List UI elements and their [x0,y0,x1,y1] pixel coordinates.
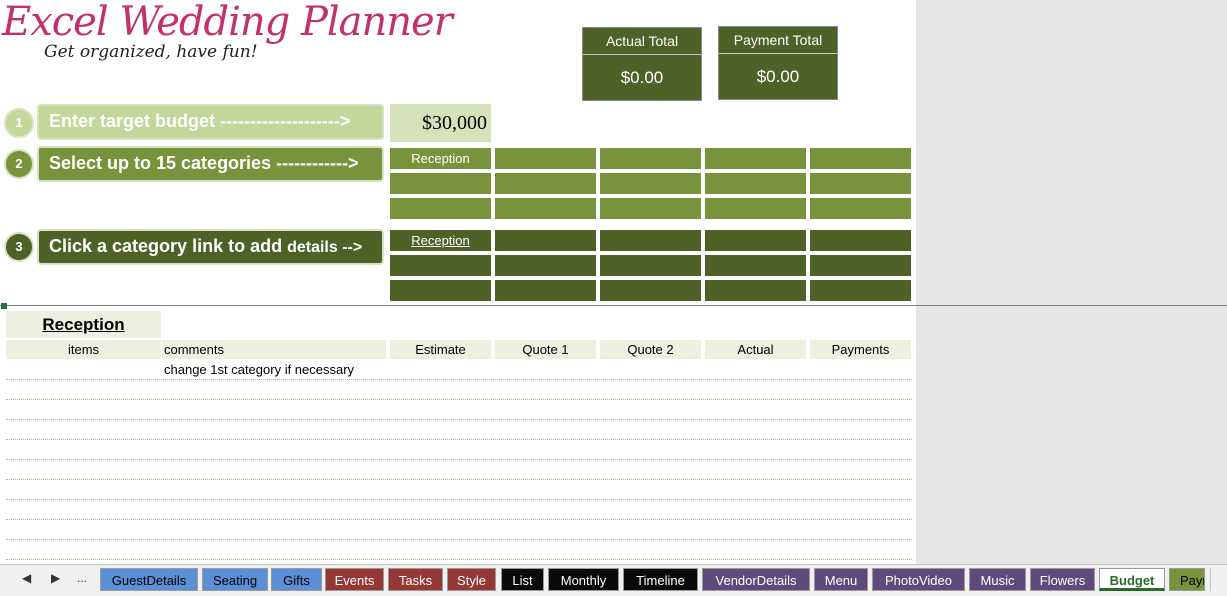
tab-budget[interactable]: Budget [1099,568,1165,591]
category-cell[interactable] [390,198,491,219]
category-link[interactable] [495,255,596,276]
sheet-out-of-area [916,0,1227,564]
category-cell[interactable] [810,173,911,194]
row-separator [6,539,912,540]
category-cell[interactable] [600,173,701,194]
row-separator [6,499,912,500]
category-link[interactable] [600,280,701,301]
row-separator [6,379,912,380]
row-separator [6,559,912,560]
step-2-badge: 2 [4,149,34,179]
step-3-badge: 3 [4,232,34,262]
step-3-label-small: details --> [287,239,363,256]
target-budget-input[interactable]: $30,000 [390,104,491,142]
category-cell[interactable] [705,173,806,194]
tab-payments-partial[interactable]: Payr [1169,568,1205,591]
payment-total-value: $0.00 [756,67,800,86]
column-header-items: items [6,340,161,359]
spreadsheet-window: Excel Wedding Planner Get organized, hav… [0,0,1227,596]
category-cell[interactable] [600,198,701,219]
row-separator [6,439,912,440]
payment-total-label: Payment Total [719,27,837,54]
step-3-label: Click a category link to add [49,236,288,256]
category-cell[interactable] [495,173,596,194]
row-separator [6,419,912,420]
category-link[interactable] [705,280,806,301]
tab-bar-scroll-area[interactable] [1210,568,1227,591]
step-2-label: Select up to 15 categories ------------> [49,153,359,173]
category-link-1[interactable]: Reception [390,230,491,251]
tab-scroll-left-icon[interactable]: ◀ [22,571,31,585]
tab-gifts[interactable]: Gifts [271,568,322,591]
tab-photovideo[interactable]: PhotoVideo [872,568,965,591]
category-cell[interactable] [495,148,596,169]
step-2-button[interactable]: Select up to 15 categories ------------> [37,146,384,182]
payment-total-box: Payment Total $0.00 [718,26,838,100]
tab-music[interactable]: Music [969,568,1026,591]
category-link-text[interactable]: Reception [411,233,470,248]
actual-total-label: Actual Total [583,28,701,55]
category-cell[interactable] [810,198,911,219]
category-link[interactable] [600,230,701,251]
column-header-quote2: Quote 2 [600,340,701,359]
logo-title: Excel Wedding Planner [2,0,453,45]
sheet-tab-bar: ◀ ▶ ... GuestDetails Seating Gifts Event… [0,564,1227,596]
row-separator [6,479,912,480]
tab-menu[interactable]: Menu [814,568,868,591]
column-header-payments: Payments [810,340,911,359]
section-title: Reception [6,311,161,338]
category-link[interactable] [495,280,596,301]
column-header-quote1: Quote 1 [495,340,596,359]
column-header-estimate: Estimate [390,340,491,359]
category-link[interactable] [705,255,806,276]
category-link[interactable] [705,230,806,251]
freeze-pane-divider[interactable] [0,305,1227,306]
tab-events[interactable]: Events [325,568,384,591]
tab-more-button[interactable]: ... [77,571,87,585]
category-cell[interactable] [810,148,911,169]
category-cell[interactable] [600,148,701,169]
category-link[interactable] [810,230,911,251]
step-1-button[interactable]: Enter target budget --------------------… [37,104,384,140]
row-separator [6,399,912,400]
column-header-comments: comments [162,340,386,359]
split-handle[interactable] [1,303,7,309]
tab-seating[interactable]: Seating [202,568,268,591]
actual-total-box: Actual Total $0.00 [582,27,702,101]
step-1-badge: 1 [4,108,34,138]
category-link[interactable] [390,280,491,301]
tab-flowers[interactable]: Flowers [1030,568,1095,591]
tab-vendordetails[interactable]: VendorDetails [702,568,810,591]
category-cell[interactable] [390,173,491,194]
tab-tasks[interactable]: Tasks [388,568,443,591]
tab-scroll-right-icon[interactable]: ▶ [51,571,60,585]
tab-guestdetails[interactable]: GuestDetails [100,568,198,591]
row-separator [6,459,912,460]
step-3-button[interactable]: Click a category link to add details --> [37,229,384,265]
table-cell-comment[interactable]: change 1st category if necessary [164,362,354,377]
tab-monthly[interactable]: Monthly [548,568,619,591]
category-link[interactable] [495,230,596,251]
category-cell-1[interactable]: Reception [390,148,491,169]
category-link[interactable] [810,280,911,301]
logo-subtitle: Get organized, have fun! [44,42,258,62]
actual-total-value: $0.00 [620,68,664,87]
step-1-label: Enter target budget --------------------… [49,111,351,131]
category-cell[interactable] [705,198,806,219]
tab-list[interactable]: List [501,568,544,591]
category-cell[interactable] [705,148,806,169]
category-link[interactable] [600,255,701,276]
category-link[interactable] [810,255,911,276]
tab-style[interactable]: Style [447,568,496,591]
category-cell[interactable] [495,198,596,219]
row-separator [6,519,912,520]
column-header-actual: Actual [705,340,806,359]
tab-timeline[interactable]: Timeline [623,568,698,591]
category-link[interactable] [390,255,491,276]
